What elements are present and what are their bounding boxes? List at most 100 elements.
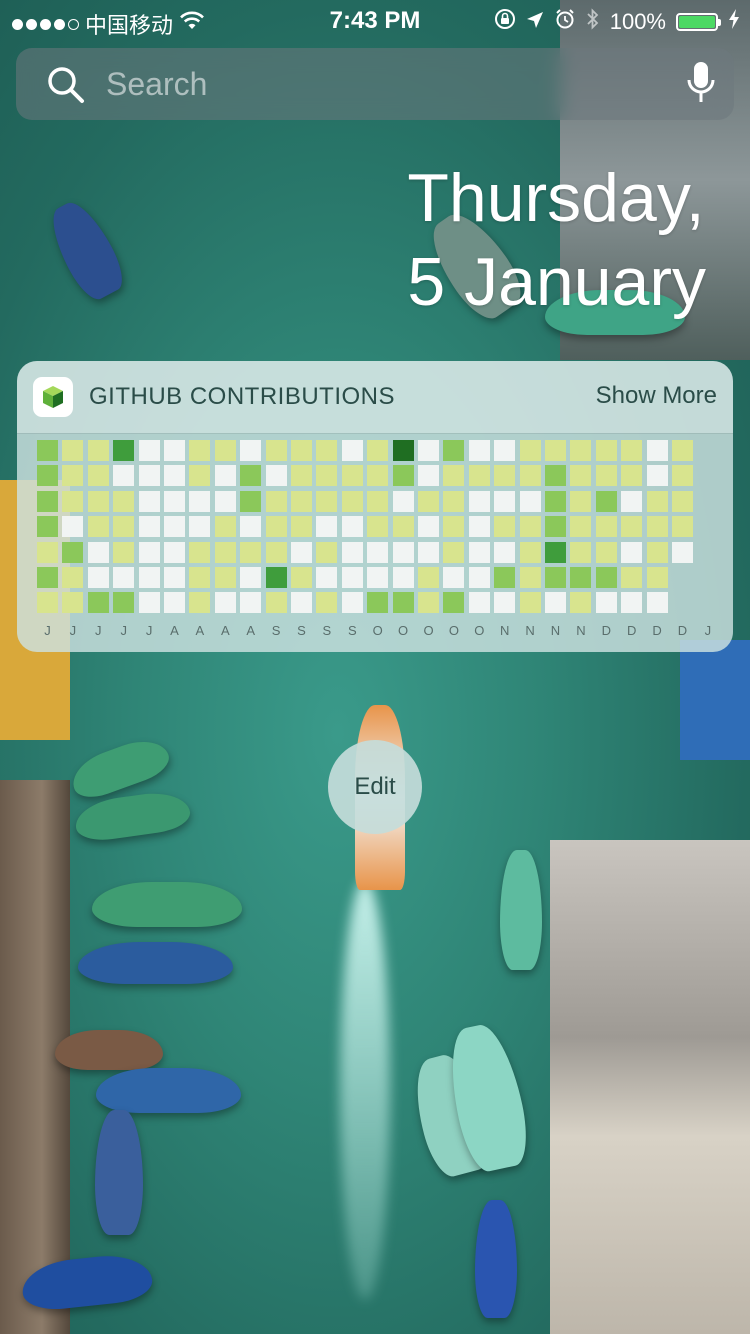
battery-icon: [676, 13, 721, 31]
contribution-cell: [62, 516, 84, 538]
contribution-cell: [418, 541, 439, 563]
contribution-cell: [367, 465, 389, 487]
contribution-cell: [443, 592, 465, 614]
contribution-cell: [138, 516, 160, 538]
contribution-cell: [418, 516, 439, 538]
contribution-cell: [595, 592, 617, 614]
contribution-cell: [545, 440, 566, 461]
contribution-cell: [240, 516, 262, 538]
wallpaper-boat: [92, 882, 242, 927]
contribution-cell: [214, 440, 236, 461]
contribution-cell: [138, 541, 160, 563]
contribution-cell: [291, 541, 312, 563]
charging-bolt-icon: [728, 9, 740, 35]
contribution-cell: [545, 541, 566, 563]
contribution-cell: [570, 567, 592, 588]
contribution-cell: [545, 465, 566, 487]
month-label: D: [677, 623, 688, 638]
contribution-cell: [189, 516, 211, 538]
contribution-cell: [62, 567, 84, 588]
contribution-cell: [672, 541, 693, 563]
contribution-cell: [468, 567, 490, 588]
lock-screen-today-view: 中国移动 7:43 PM 100% Search Thursday, 5 Jan…: [0, 0, 750, 1334]
contribution-cell: [367, 541, 389, 563]
contribution-cell: [291, 490, 312, 512]
search-bar[interactable]: Search: [16, 48, 734, 120]
contribution-cell: [545, 516, 566, 538]
contribution-cell: [341, 440, 363, 461]
search-icon: [46, 65, 86, 110]
month-label: O: [372, 623, 383, 638]
contribution-cell: [646, 465, 668, 487]
wallpaper-blue-roof: [680, 640, 750, 760]
edit-button[interactable]: Edit: [328, 740, 422, 834]
contribution-cell: [113, 516, 135, 538]
contribution-cell: [316, 567, 338, 588]
alarm-icon: [554, 8, 576, 36]
month-label: J: [44, 623, 51, 638]
location-arrow-icon: [526, 9, 544, 35]
contribution-cell: [392, 541, 414, 563]
contribution-cell: [214, 465, 236, 487]
month-label: D: [652, 623, 662, 638]
contribution-cell: [265, 592, 287, 614]
month-label: J: [95, 623, 102, 638]
contribution-cell: [189, 440, 211, 461]
contribution-cell: [138, 592, 160, 614]
contribution-cell: [367, 592, 389, 614]
contribution-cell: [646, 440, 668, 461]
wallpaper-boat: [500, 850, 542, 970]
battery-level-fill: [679, 16, 715, 28]
contribution-cell: [164, 592, 185, 614]
contribution-cell: [291, 465, 312, 487]
contribution-cell: [570, 541, 592, 563]
contribution-cell: [595, 567, 617, 588]
contribution-cell: [291, 440, 312, 461]
contribution-cell: [62, 541, 84, 563]
contribution-cell: [265, 490, 287, 512]
month-label: S: [297, 623, 306, 638]
github-contributions-widget[interactable]: GITHUB CONTRIBUTIONS Show More JJJJJAAAA…: [17, 361, 733, 652]
contribution-cell: [341, 567, 363, 588]
wallpaper-boat: [95, 1110, 143, 1235]
contribution-cell: [646, 541, 668, 563]
battery-percent: 100%: [609, 9, 666, 34]
microphone-icon[interactable]: [686, 60, 716, 113]
contribution-cell: [240, 440, 262, 461]
contribution-cell: [621, 440, 643, 461]
contribution-cell: [595, 440, 617, 461]
contribution-cell: [138, 567, 160, 588]
contribution-cell: [113, 567, 135, 588]
contribution-cell: [189, 541, 211, 563]
month-label: N: [499, 623, 510, 638]
contribution-cell: [392, 516, 414, 538]
month-label: A: [220, 623, 230, 638]
contribution-cell: [62, 465, 84, 487]
month-label: D: [601, 623, 611, 638]
contribution-cell: [138, 465, 160, 487]
contribution-cell: [62, 592, 84, 614]
contribution-cell: [240, 541, 262, 563]
wallpaper-boat: [78, 942, 233, 984]
contribution-cell: [189, 490, 211, 512]
github-contributions-app-icon: [33, 377, 73, 417]
contribution-cell: [214, 541, 236, 563]
contribution-cell: [545, 490, 566, 512]
contribution-cell: [392, 465, 414, 487]
contribution-cell: [443, 440, 465, 461]
date-display: Thursday, 5 January: [407, 156, 706, 324]
contribution-cell: [570, 440, 592, 461]
contribution-cell: [164, 490, 185, 512]
contribution-cell: [113, 490, 135, 512]
contribution-cell: [494, 567, 516, 588]
month-label: N: [550, 623, 561, 638]
contribution-cell: [87, 541, 109, 563]
month-label: S: [347, 623, 357, 638]
contribution-cell: [570, 516, 592, 538]
show-more-button[interactable]: Show More: [596, 382, 717, 410]
contribution-cell: [138, 490, 160, 512]
orientation-lock-icon: [494, 8, 516, 36]
contribution-cell: [443, 490, 465, 512]
month-label: N: [576, 623, 586, 638]
contribution-cell: [519, 516, 541, 538]
